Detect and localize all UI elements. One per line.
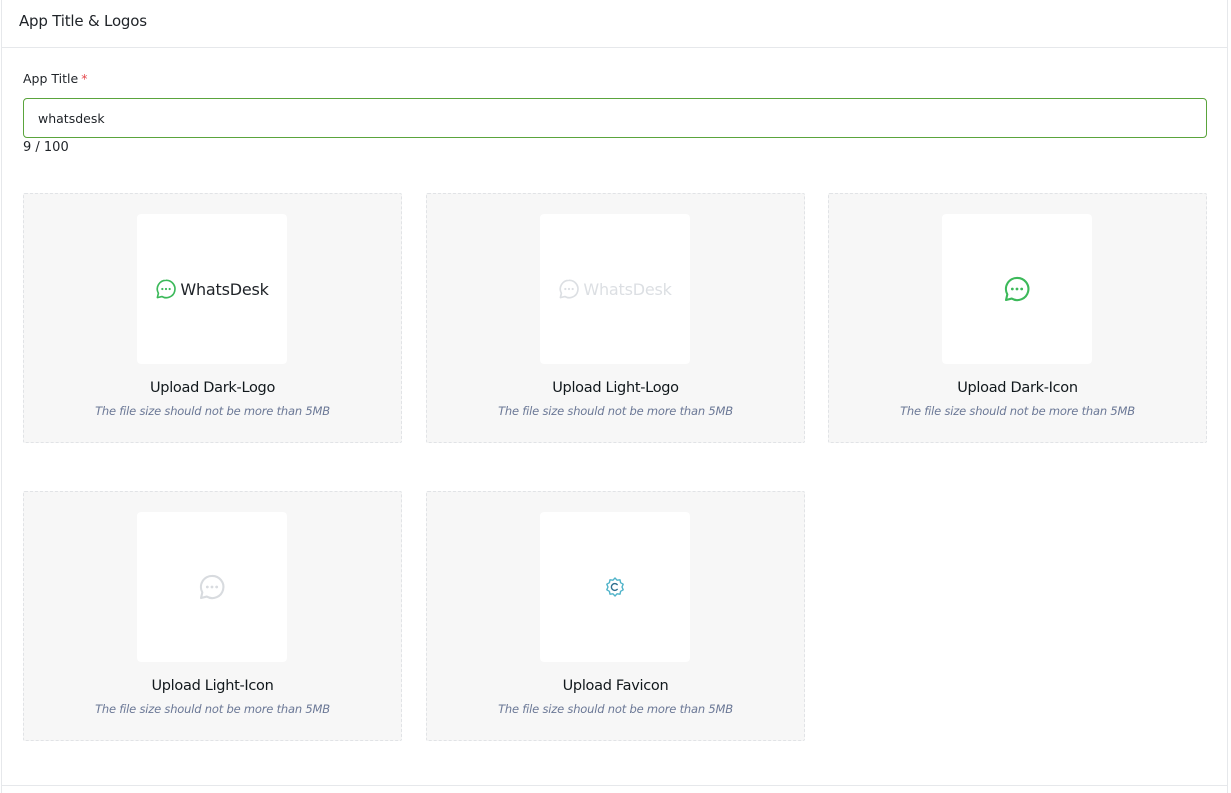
app-title-input[interactable] (23, 98, 1207, 138)
chat-bubble-icon (156, 279, 177, 299)
logo-wordmark: WhatsDesk (583, 279, 672, 299)
app-title-label-text: App Title (23, 71, 79, 86)
chat-bubble-icon (199, 574, 225, 600)
upload-light-icon[interactable]: Upload Light-Icon The file size should n… (23, 491, 402, 741)
favicon-preview (540, 512, 690, 662)
chat-bubble-icon (1004, 276, 1030, 302)
upload-title: Upload Dark-Logo (149, 380, 276, 396)
upload-hint: The file size should not be more than 5M… (498, 404, 733, 418)
dark-icon-preview (942, 214, 1092, 364)
dark-logo-preview: WhatsDesk (137, 214, 287, 364)
upload-title: Upload Light-Logo (552, 380, 679, 396)
card-title: App Title & Logos (19, 12, 147, 30)
whatsdesk-light-logo: WhatsDesk (558, 278, 672, 300)
upload-hint: The file size should not be more than 5M… (900, 404, 1135, 418)
card-header: App Title & Logos (2, 0, 1227, 48)
upload-hint: The file size should not be more than 5M… (95, 404, 330, 418)
character-counter: 9 / 100 (23, 140, 69, 155)
footer-divider (2, 785, 1227, 786)
whatsdesk-dark-logo: WhatsDesk (155, 278, 269, 300)
chat-bubble-icon (559, 279, 580, 299)
upload-title: Upload Favicon (562, 678, 669, 694)
upload-title: Upload Dark-Icon (957, 380, 1078, 396)
light-icon-preview (137, 512, 287, 662)
required-mark: * (81, 71, 88, 86)
upload-dark-icon[interactable]: Upload Dark-Icon The file size should no… (828, 193, 1207, 443)
app-title-logos-card: App Title & Logos App Title* 9 / 100 Wha… (1, 0, 1228, 793)
gear-favicon-icon (606, 577, 624, 597)
upload-light-logo[interactable]: WhatsDesk Upload Light-Logo The file siz… (426, 193, 805, 443)
upload-favicon[interactable]: Upload Favicon The file size should not … (426, 491, 805, 741)
upload-hint: The file size should not be more than 5M… (95, 702, 330, 716)
upload-title: Upload Light-Icon (151, 678, 274, 694)
upload-dark-logo[interactable]: WhatsDesk Upload Dark-Logo The file size… (23, 193, 402, 443)
upload-hint: The file size should not be more than 5M… (498, 702, 733, 716)
light-logo-preview: WhatsDesk (540, 214, 690, 364)
logo-wordmark: WhatsDesk (180, 279, 269, 299)
app-title-label: App Title * (23, 71, 87, 86)
